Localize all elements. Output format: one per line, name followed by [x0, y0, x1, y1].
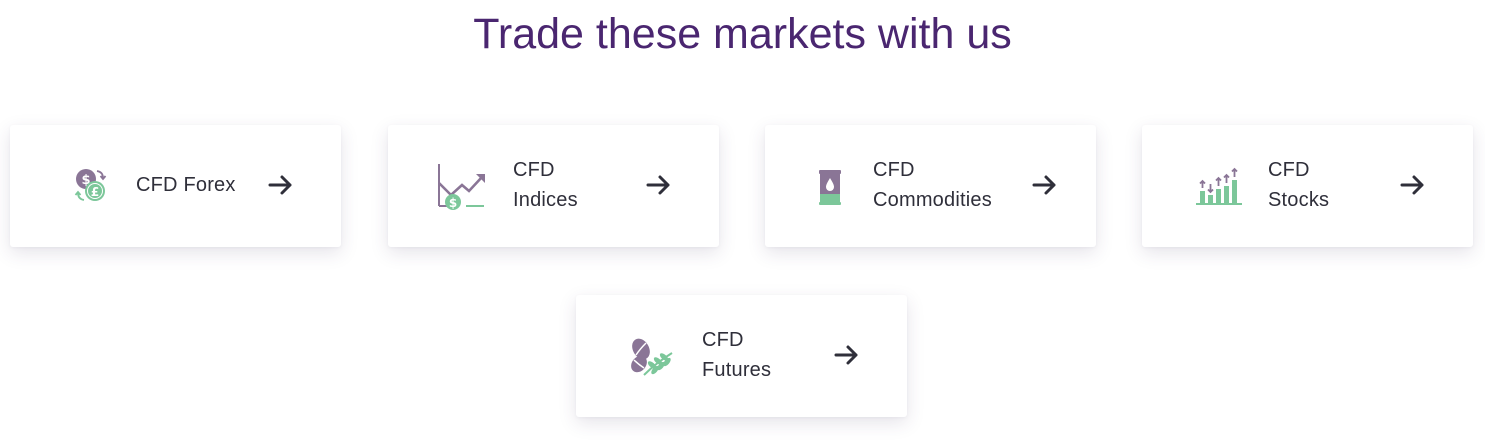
- arrow-right-icon[interactable]: [645, 171, 673, 199]
- arrow-right-icon[interactable]: [833, 341, 861, 369]
- market-label: CFD Stocks: [1268, 155, 1329, 215]
- market-label: CFD Futures: [702, 325, 771, 385]
- market-label-line2: Stocks: [1268, 189, 1330, 211]
- market-card-stocks[interactable]: CFD Stocks: [1142, 125, 1473, 247]
- svg-text:£: £: [91, 185, 99, 199]
- market-label-line1: CFD: [1268, 159, 1310, 181]
- stock-bars-icon: [1194, 161, 1244, 211]
- markets-section: Trade these markets with us $ £ CFD Fore…: [0, 0, 1485, 440]
- market-label: CFD Commodities: [873, 155, 992, 215]
- currency-exchange-icon: $ £: [66, 161, 116, 211]
- market-card-forex[interactable]: $ £ CFD Forex: [10, 125, 341, 247]
- arrow-right-icon[interactable]: [1399, 171, 1427, 199]
- market-label-line1: CFD Forex: [136, 174, 236, 196]
- svg-text:$: $: [449, 196, 457, 210]
- market-label-line1: CFD: [513, 159, 555, 181]
- grain-wheat-icon: [626, 331, 676, 381]
- market-label-line2: Commodities: [873, 189, 992, 211]
- market-label-line2: Indices: [513, 189, 578, 211]
- oil-barrel-icon: [805, 161, 855, 211]
- market-label-line1: CFD: [873, 159, 915, 181]
- index-chart-icon: $: [436, 161, 486, 211]
- arrow-right-icon[interactable]: [267, 171, 295, 199]
- market-label-line2: Futures: [702, 359, 772, 381]
- arrow-right-icon[interactable]: [1031, 171, 1059, 199]
- market-label: CFD Forex: [136, 170, 236, 200]
- market-card-commodities[interactable]: CFD Commodities: [765, 125, 1096, 247]
- market-card-futures[interactable]: CFD Futures: [576, 295, 907, 417]
- section-title: Trade these markets with us: [473, 10, 1012, 58]
- market-label-line1: CFD: [702, 329, 744, 351]
- market-card-indices[interactable]: $ CFD Indices: [388, 125, 719, 247]
- market-label: CFD Indices: [513, 155, 578, 215]
